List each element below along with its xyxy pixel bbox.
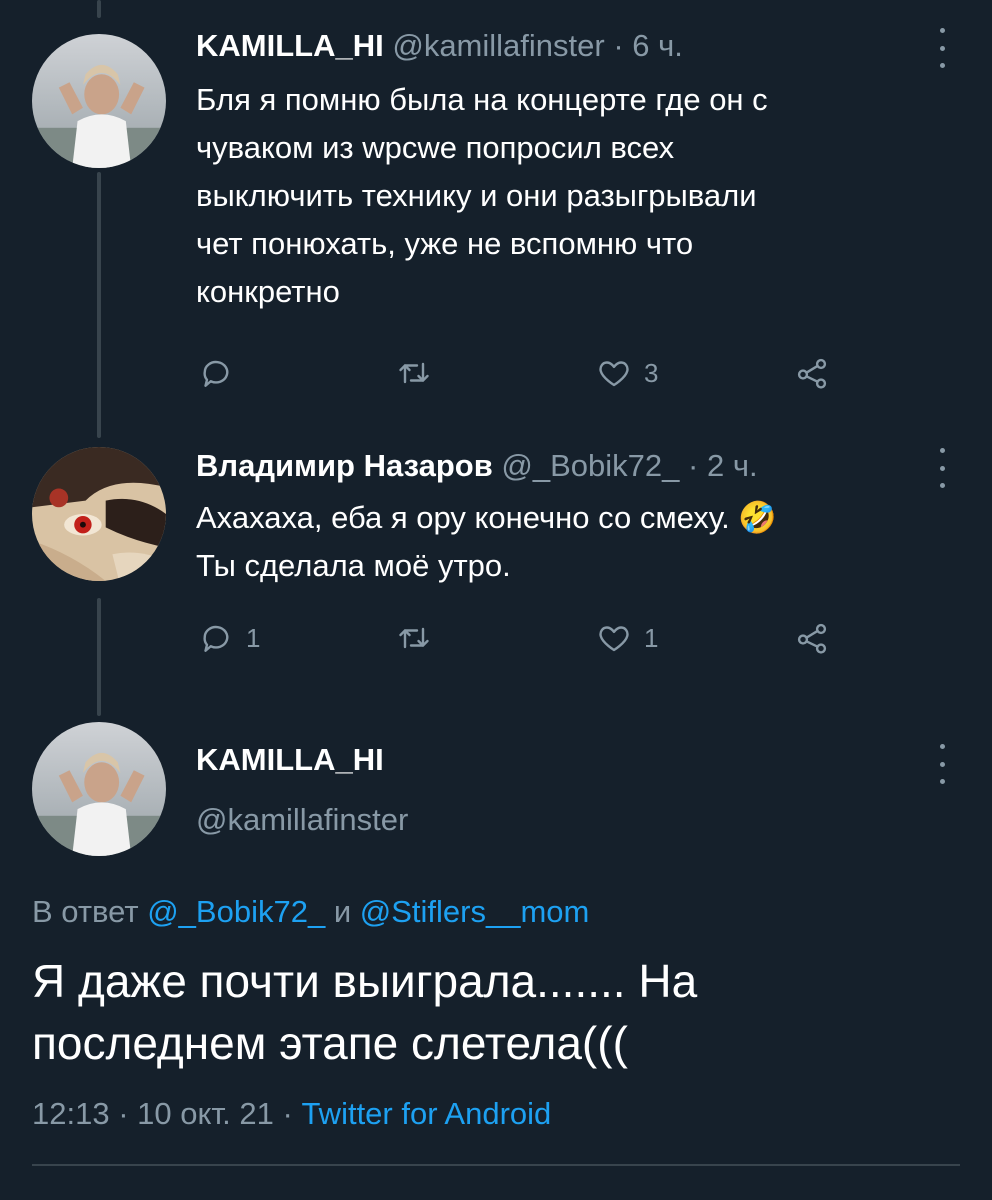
like-icon (599, 361, 629, 387)
like-count: 3 (644, 357, 659, 388)
reply-user-link[interactable]: @Stiflers__mom (360, 894, 590, 929)
thread-line-1 (97, 172, 101, 438)
reply-icon (203, 625, 229, 652)
tweet-header: Владимир Назаров @_Bobik72_ · 2 ч. (196, 446, 758, 486)
author-name[interactable]: Владимир Назаров (196, 448, 493, 483)
reply-button[interactable] (198, 348, 246, 398)
more-icon[interactable] (932, 28, 952, 68)
tweet-actions: 1 1 (196, 613, 836, 663)
more-icon[interactable] (932, 448, 952, 488)
tweet-meta: 12:13 · 10 окт. 21 · Twitter for Android (32, 1092, 551, 1136)
share-button[interactable] (794, 613, 830, 663)
avatar[interactable] (32, 447, 166, 581)
share-icon (797, 358, 827, 389)
retweet-icon (399, 627, 429, 649)
tweet-text: Бля я помню была на концерте где он с чу… (196, 82, 768, 309)
tweet-text: Я даже почти выиграла....... На последне… (32, 955, 698, 1069)
avatar-photo (32, 447, 166, 581)
divider (32, 1164, 960, 1166)
timestamp[interactable]: 2 ч. (707, 448, 758, 483)
like-button[interactable]: 1 (596, 613, 658, 663)
like-count: 1 (644, 622, 659, 653)
avatar[interactable] (32, 34, 166, 168)
timestamp[interactable]: 6 ч. (632, 28, 683, 63)
author-handle[interactable]: @kamillafinster (392, 28, 604, 63)
separator: · (118, 1096, 129, 1131)
reply-context: В ответ @_Bobik72_ и @Stiflers__mom (32, 890, 589, 934)
source-link[interactable]: Twitter for Android (301, 1096, 551, 1131)
reply-button[interactable]: 1 (198, 613, 260, 663)
tweet-text: Ахахаха, еба я ору конечно со смеху. 🤣 Т… (196, 500, 777, 583)
reply-user-link[interactable]: @_Bobik72_ (147, 894, 325, 929)
thread-line-2 (97, 598, 101, 716)
tweet-time[interactable]: 12:13 (32, 1096, 110, 1131)
reply-prefix: В ответ (32, 894, 139, 929)
author-handle[interactable]: @_Bobik72_ (501, 448, 679, 483)
separator: · (282, 1096, 293, 1131)
tweet-date[interactable]: 10 окт. 21 (137, 1096, 274, 1131)
retweet-icon (399, 362, 429, 384)
avatar-photo (32, 34, 166, 168)
avatar-photo (32, 722, 166, 856)
avatar[interactable] (32, 722, 166, 856)
reply-icon (203, 360, 229, 387)
reply-count: 1 (246, 622, 261, 653)
share-icon (797, 623, 827, 654)
reply-and: и (333, 894, 352, 929)
share-button[interactable] (794, 348, 830, 398)
retweet-button[interactable] (396, 613, 444, 663)
more-icon[interactable] (932, 744, 952, 784)
retweet-button[interactable] (396, 348, 444, 398)
author-handle[interactable]: @kamillafinster (196, 800, 408, 840)
separator: · (688, 448, 699, 483)
tweet-actions: 3 (196, 348, 836, 398)
tweet-header: KAMILLA_HI @kamillafinster · 6 ч. (196, 26, 683, 66)
like-icon (599, 626, 629, 652)
thread-line-top (97, 0, 101, 18)
author-name[interactable]: KAMILLA_HI (196, 28, 384, 63)
author-name[interactable]: KAMILLA_HI (196, 740, 384, 780)
like-button[interactable]: 3 (596, 348, 658, 398)
separator: · (613, 28, 624, 63)
